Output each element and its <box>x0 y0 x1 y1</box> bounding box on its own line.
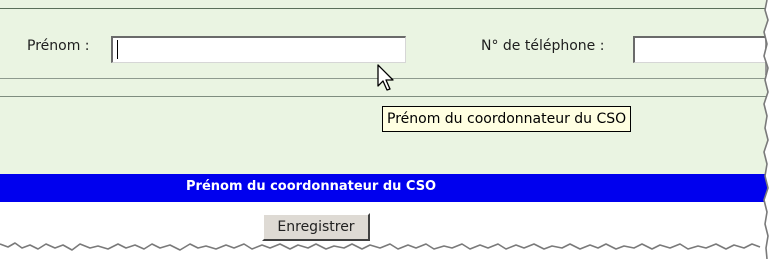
torn-edge-bottom <box>0 242 775 259</box>
telephone-input[interactable] <box>633 36 767 63</box>
status-text: Prénom du coordonnateur du CSO <box>186 179 437 194</box>
mouse-pointer-icon <box>377 64 394 91</box>
top-border-line <box>0 8 767 9</box>
status-bar: Prénom du coordonnateur du CSO <box>0 174 767 202</box>
prenom-input[interactable] <box>111 36 406 63</box>
tooltip: Prénom du coordonnateur du CSO <box>382 106 632 132</box>
text-caret <box>117 40 118 59</box>
telephone-label: N° de téléphone : <box>481 38 605 54</box>
prenom-label: Prénom : <box>27 38 90 54</box>
torn-edge-right <box>763 0 775 259</box>
